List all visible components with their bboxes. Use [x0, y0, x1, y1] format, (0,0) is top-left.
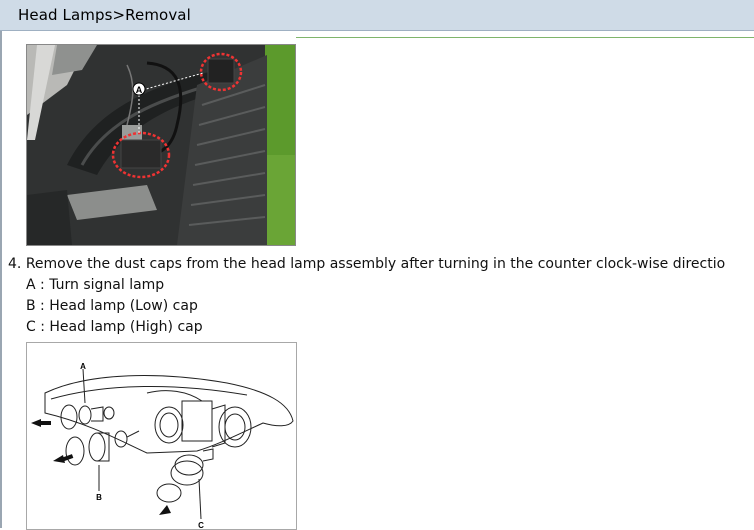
headlamp-diagram: A B C [26, 342, 297, 530]
list-item: B : Head lamp (Low) cap [26, 298, 198, 314]
frame-divider [296, 37, 754, 38]
headlamp-diagram-illustration: A B C [31, 362, 294, 529]
step-text: Remove the dust caps from the head lamp … [25, 256, 726, 272]
step-4: 4. Remove the dust caps from the head la… [8, 256, 725, 272]
label-b: B [96, 493, 102, 502]
title-bar: Head Lamps>Removal [0, 0, 754, 31]
page-title: Head Lamps>Removal [18, 6, 191, 24]
frame-border [0, 31, 2, 528]
callout-label-a: A [136, 85, 143, 95]
engine-photo-illustration: A [27, 45, 295, 245]
step-number: 4. [8, 256, 22, 272]
list-item: A : Turn signal lamp [26, 277, 165, 293]
engine-photo: A [26, 44, 296, 246]
list-item: C : Head lamp (High) cap [26, 319, 203, 335]
label-a: A [80, 362, 86, 371]
